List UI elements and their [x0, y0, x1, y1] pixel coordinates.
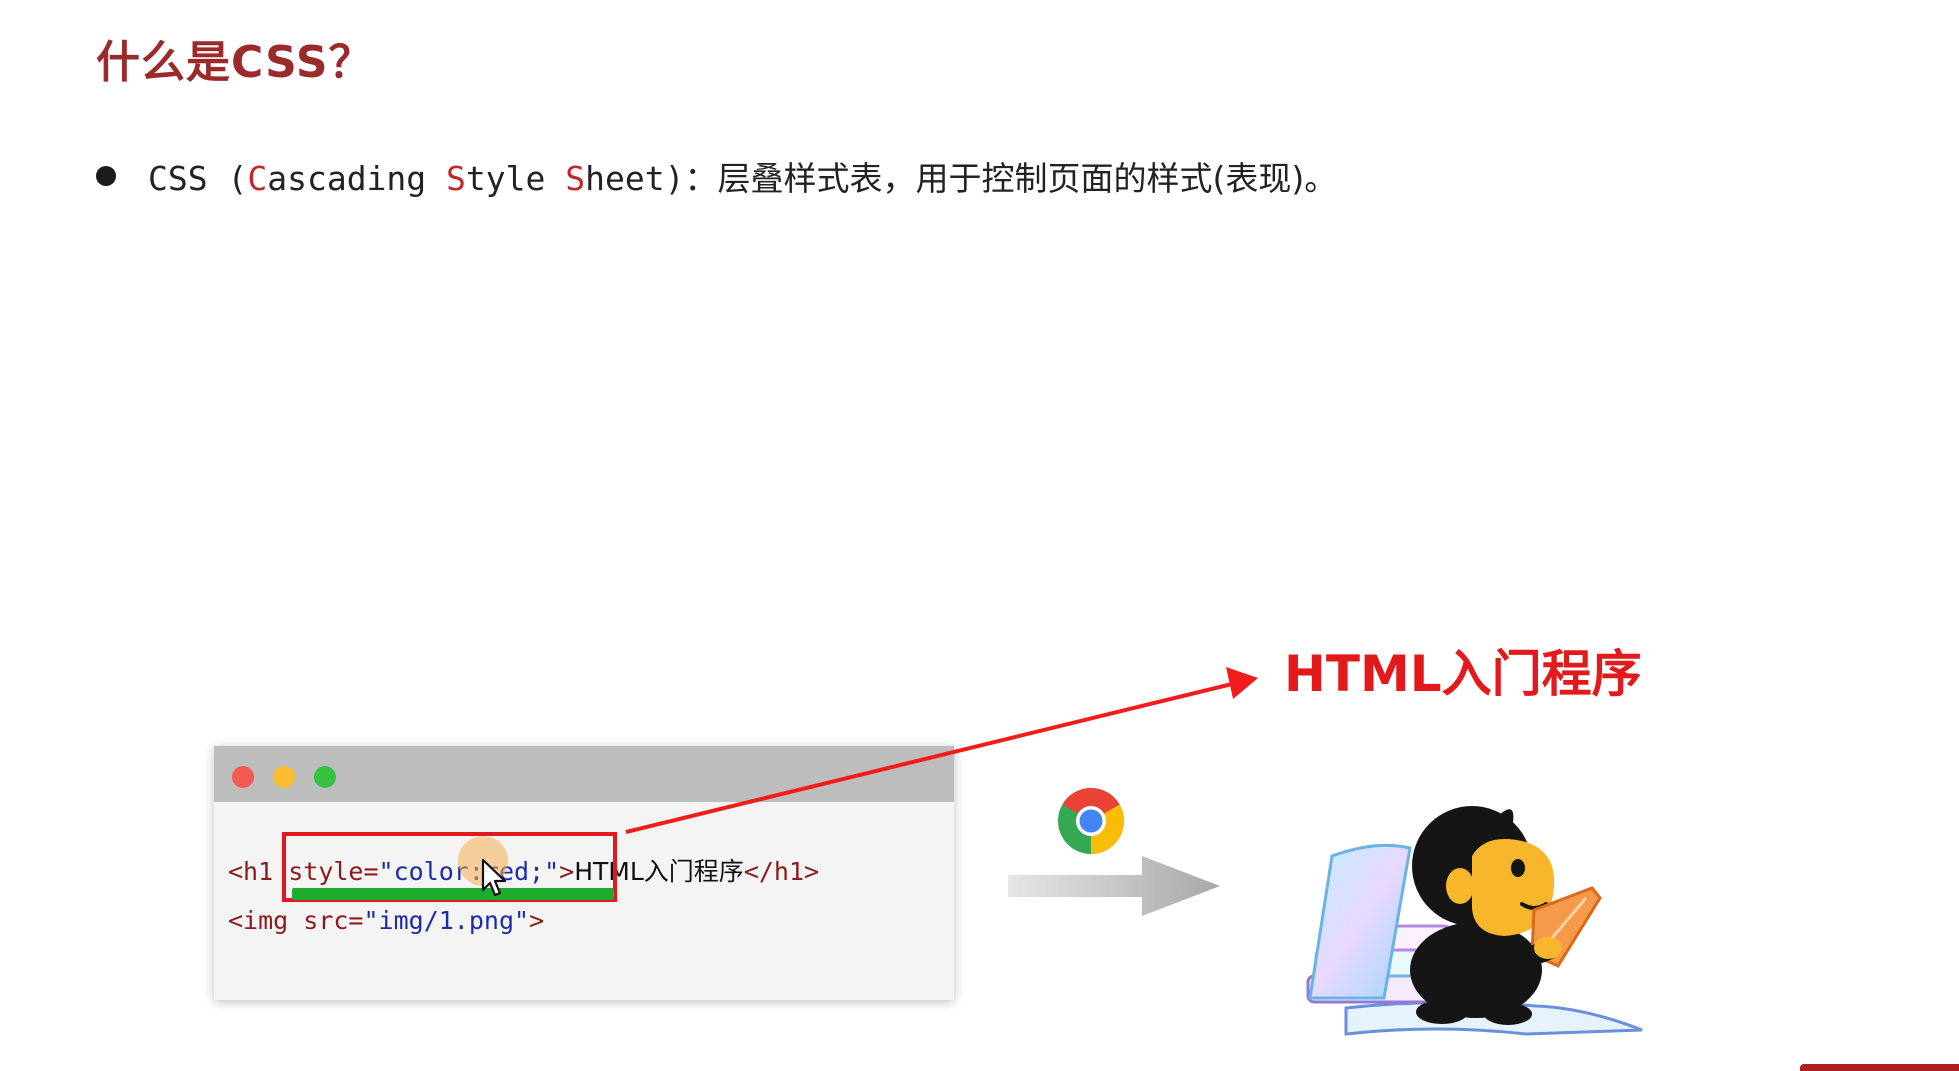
word-cascading-rest: ascading [267, 159, 447, 198]
code-img-gt: > [529, 906, 545, 935]
monkey-reading-illustration [1306, 806, 1643, 1036]
letter-s-sheet: S [565, 159, 586, 198]
code-line-img: <img src="img/1.png"> [228, 906, 544, 935]
mouse-pointer-icon [481, 858, 507, 897]
window-titlebar [214, 746, 954, 802]
bullet-description: ：层叠样式表，用于控制页面的样式(表现)。 [684, 159, 1338, 198]
code-src-value: "img/1.png" [363, 906, 530, 935]
code-h1-open: <h1 [228, 857, 289, 886]
rendered-result-text: HTML入门程序 [1284, 645, 1642, 703]
word-sheet-rest: heet [585, 159, 665, 198]
close-window-icon[interactable] [232, 766, 254, 788]
code-src-attr: src [303, 906, 349, 935]
code-h1-close: </h1> [743, 857, 820, 886]
bullet-prefix: CSS ( [148, 159, 248, 198]
bullet-definition: CSS (Cascading Style Sheet)：层叠样式表，用于控制页面… [96, 152, 1337, 200]
maximize-window-icon[interactable] [314, 766, 336, 788]
chrome-icon [1058, 787, 1125, 854]
render-arrow-icon [1008, 856, 1220, 916]
code-img-equals: = [348, 906, 364, 935]
code-img-open: <img [228, 906, 304, 935]
style-attribute-underline [292, 888, 614, 900]
slide-title: 什么是CSS？ [96, 37, 374, 88]
bullet-dot [96, 166, 116, 186]
word-style-rest: tyle [465, 159, 566, 198]
bullet-close-paren: ) [664, 159, 685, 198]
bullet-text: CSS (Cascading Style Sheet)：层叠样式表，用于控制页面… [148, 152, 1337, 200]
slide-corner-accent [1800, 1064, 1959, 1071]
letter-s-style: S [446, 159, 466, 198]
minimize-window-icon[interactable] [273, 766, 295, 788]
letter-c: C [247, 159, 268, 198]
